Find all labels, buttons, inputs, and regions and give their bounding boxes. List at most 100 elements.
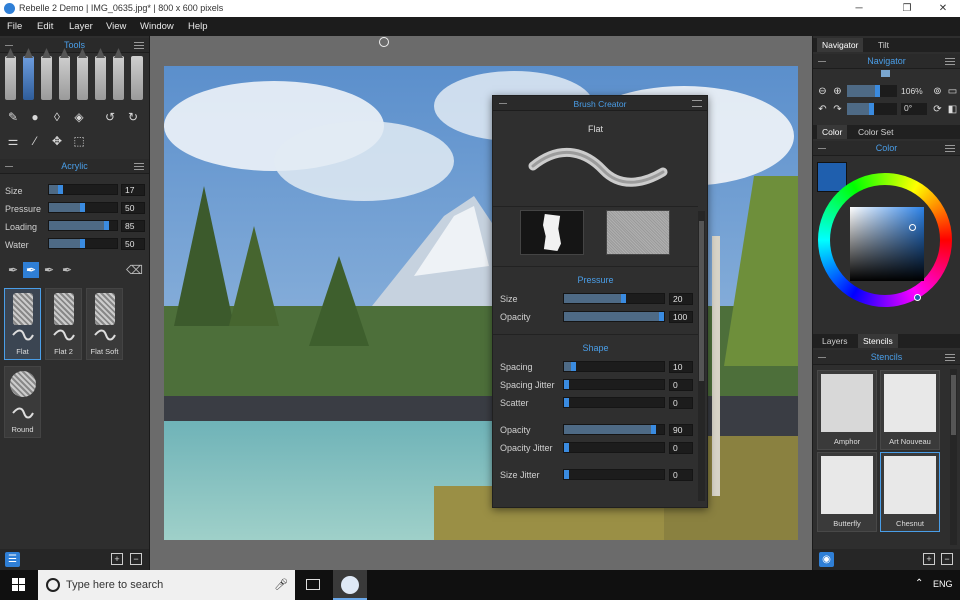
rotate-left-icon[interactable]: ↶ [816,103,829,116]
close-button[interactable]: ✕ [928,1,958,16]
brush-tool-marker[interactable] [113,48,124,100]
stencil-item[interactable]: Art Nouveau [880,370,940,450]
knife-icon[interactable]: ✎ [5,109,21,125]
reset-rotation-icon[interactable]: ⟳ [931,103,944,116]
transform-icon[interactable]: ✥ [49,133,65,149]
brush-settings-icon[interactable]: ☰ [5,552,20,567]
bc-slider[interactable] [563,361,665,372]
panel-menu-icon[interactable] [945,354,955,361]
scrollbar[interactable] [698,211,705,501]
brush-variant[interactable]: Flat [4,288,41,360]
brush-slider[interactable] [48,202,118,213]
taskbar-rebelle-app[interactable] [333,570,367,600]
taskbar-search-box[interactable]: Type here to search 🎤︎ [38,570,295,600]
slider-value[interactable]: 17 [121,184,145,196]
selection-icon[interactable]: ⬚ [71,133,87,149]
bc-slider[interactable] [563,469,665,480]
bc-slider[interactable] [563,293,665,304]
brush-slider[interactable] [48,238,118,249]
brush-tool-ink[interactable] [95,48,106,100]
rotation-value[interactable]: 0° [901,103,927,115]
zoom-slider[interactable] [847,85,897,97]
bc-slider-value[interactable]: 0 [669,442,693,454]
flip-icon[interactable]: ◧ [946,103,959,116]
brush-mode-active-icon[interactable]: ✒ [23,262,39,278]
bc-slider[interactable] [563,379,665,390]
panel-menu-icon[interactable] [692,100,702,107]
eraser-icon[interactable]: ⌫ [126,262,143,278]
bc-slider[interactable] [563,311,665,322]
settings-sliders-icon[interactable]: ⚌ [5,133,21,149]
rotation-slider[interactable] [847,103,897,115]
add-preset-icon[interactable]: + [111,553,123,565]
smudge-icon[interactable]: ● [27,109,43,125]
undo-icon[interactable]: ↺ [102,109,118,125]
remove-stencil-icon[interactable]: − [941,553,953,565]
bc-slider[interactable] [563,442,665,453]
brush-mode-icon[interactable]: ✒ [59,262,75,278]
stencil-item[interactable]: Chesnut [880,452,940,532]
tab-navigator[interactable]: Navigator [817,38,864,52]
bc-slider-value[interactable]: 90 [669,424,693,436]
minimize-button[interactable]: ─ [844,1,874,16]
maximize-button[interactable]: ❐ [892,1,922,16]
fullscreen-icon[interactable]: ▭ [946,85,959,98]
panel-menu-icon[interactable] [134,163,144,170]
brush-tool-pastel[interactable] [59,48,70,100]
language-indicator[interactable]: ENG [933,579,953,589]
brush-mode-icon[interactable]: ✒ [41,262,57,278]
tab-stencils[interactable]: Stencils [858,334,898,348]
tab-layers[interactable]: Layers [817,334,853,348]
brush-variant[interactable]: Flat 2 [45,288,82,360]
brush-variant[interactable]: Flat Soft [86,288,123,360]
brush-texture[interactable] [606,210,670,255]
brush-tool-acrylic[interactable] [23,48,34,100]
menu-edit[interactable]: Edit [37,21,53,32]
menu-view[interactable]: View [106,21,126,32]
stencil-settings-icon[interactable]: ◉ [819,552,834,567]
panel-menu-icon[interactable] [945,145,955,152]
zoom-in-icon[interactable]: ⊕ [831,85,844,98]
bc-slider-value[interactable]: 10 [669,361,693,373]
navigator-thumbnail[interactable] [881,70,890,77]
menu-layer[interactable]: Layer [69,21,93,32]
brush-slider[interactable] [48,220,118,231]
stencil-item[interactable]: Butterfly [817,452,877,532]
bc-slider-value[interactable]: 0 [669,469,693,481]
bc-slider-value[interactable]: 0 [669,379,693,391]
zoom-value[interactable]: 106% [901,86,923,96]
eraser-tool[interactable] [131,56,143,100]
brush-variant[interactable]: Round [4,366,41,438]
zoom-out-icon[interactable]: ⊖ [816,85,829,98]
brush-tool-oil[interactable] [41,48,52,100]
slider-value[interactable]: 50 [121,202,145,214]
panel-menu-icon[interactable] [945,58,955,65]
brush-mode-icon[interactable]: ✒ [5,262,21,278]
tray-chevron-icon[interactable]: ⌃ [915,578,923,589]
eyedropper-icon[interactable]: ⁄ [27,133,43,149]
remove-preset-icon[interactable]: − [130,553,142,565]
bc-slider-value[interactable]: 20 [669,293,693,305]
slider-value[interactable]: 85 [121,220,145,232]
add-stencil-icon[interactable]: + [923,553,935,565]
brush-tip-shape[interactable] [520,210,584,255]
menu-help[interactable]: Help [188,21,208,32]
brush-slider[interactable] [48,184,118,195]
bc-slider[interactable] [563,397,665,408]
fit-screen-icon[interactable]: ⊚ [931,85,944,98]
hue-handle[interactable] [914,294,921,301]
canvas-area[interactable] [150,36,812,570]
blend-icon[interactable]: ◈ [71,109,87,125]
bc-slider[interactable] [563,424,665,435]
bc-slider-value[interactable]: 0 [669,397,693,409]
saturation-value-square[interactable] [850,207,924,281]
microphone-icon[interactable]: 🎤︎ [274,578,288,591]
brush-creator-header[interactable]: Brush Creator [493,96,707,111]
bc-slider-value[interactable]: 100 [669,311,693,323]
menu-window[interactable]: Window [140,21,174,32]
brush-tool-pencil[interactable] [77,48,88,100]
tab-tilt[interactable]: Tilt [873,38,894,52]
task-view-icon[interactable] [306,579,320,590]
tab-color[interactable]: Color [817,125,848,139]
windows-start-icon[interactable] [12,578,26,592]
